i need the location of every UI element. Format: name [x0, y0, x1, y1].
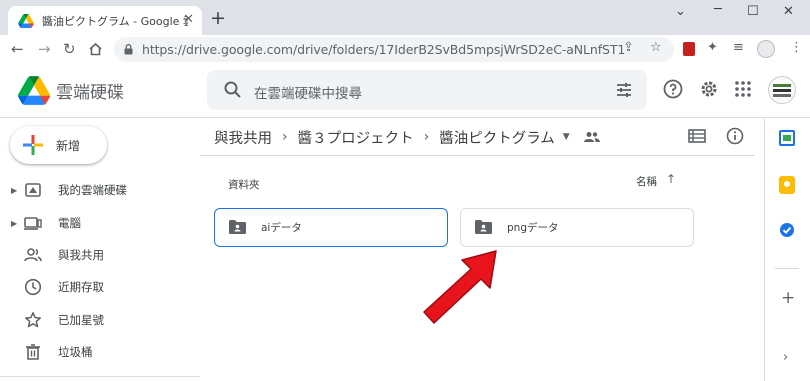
- shared-folder-people-icon: [583, 132, 600, 142]
- calendar-icon[interactable]: [779, 130, 795, 146]
- get-addons-plus-icon[interactable]: +: [781, 288, 795, 308]
- search-options-icon[interactable]: [615, 81, 633, 99]
- sidebar-item-label: 與我共用: [58, 248, 104, 262]
- google-drive-logo-icon[interactable]: [18, 76, 50, 105]
- sidebar-item-label: 我的雲端硬碟: [58, 183, 127, 197]
- bookmark-star-icon[interactable]: ☆: [650, 40, 662, 55]
- my-drive-icon: [25, 183, 41, 197]
- forward-icon[interactable]: →: [38, 40, 51, 58]
- new-tab-button[interactable]: +: [210, 8, 226, 28]
- address-bar[interactable]: https://drive.google.com/drive/folders/1…: [114, 37, 674, 62]
- sidebar-item-my-drive[interactable]: ▶ 我的雲端硬碟: [0, 177, 200, 203]
- shared-folder-icon: [229, 220, 246, 234]
- search-icon[interactable]: [223, 80, 243, 100]
- sidebar-item-starred[interactable]: 已加星號: [0, 307, 200, 333]
- red-pointer-arrow-icon: [423, 250, 497, 324]
- breadcrumb-separator: ›: [423, 129, 430, 145]
- sidebar-item-label: 電腦: [58, 216, 81, 230]
- computer-icon: [24, 217, 42, 230]
- keep-icon[interactable]: [779, 176, 795, 194]
- drive-app-name: 雲端硬碟: [56, 83, 124, 103]
- list-view-icon[interactable]: [688, 128, 706, 144]
- shared-with-me-icon: [24, 248, 42, 262]
- breadcrumb-item[interactable]: 與我共用: [214, 127, 272, 148]
- clock-icon: [24, 278, 42, 296]
- back-icon[interactable]: ←: [11, 40, 24, 58]
- folder-name: aiデータ: [261, 222, 302, 234]
- media-queue-icon[interactable]: ≡: [733, 40, 744, 55]
- maximize-icon[interactable]: ☐: [747, 4, 759, 19]
- folder-menu-caret-icon[interactable]: ▼: [563, 132, 570, 142]
- sidebar-item-shared[interactable]: 與我共用: [0, 242, 200, 268]
- shared-folder-icon: [475, 220, 492, 234]
- side-apps-panel: + ›: [764, 118, 810, 381]
- window-close-icon[interactable]: ✕: [783, 4, 794, 19]
- new-button-label: 新增: [56, 138, 81, 153]
- folder-name: pngデータ: [507, 222, 559, 234]
- home-icon[interactable]: [88, 42, 103, 56]
- browser-tab-title: 醬油ピクトグラム - Google 雲端硬碟: [42, 14, 188, 28]
- extensions-puzzle-icon[interactable]: ✦: [707, 40, 718, 55]
- sidebar-item-recent[interactable]: 近期存取: [0, 274, 200, 300]
- expand-caret-icon[interactable]: ▶: [11, 219, 17, 228]
- close-tab-icon[interactable]: ✕: [183, 12, 194, 27]
- settings-gear-icon[interactable]: [699, 79, 719, 99]
- sort-by-name-label[interactable]: 名稱: [636, 174, 657, 189]
- sidebar-item-computers[interactable]: ▶ 電腦: [0, 210, 200, 236]
- breadcrumb-item[interactable]: 醬３プロジェクト: [298, 127, 414, 148]
- minimize-icon[interactable]: ─: [714, 2, 722, 17]
- sidebar-item-label: 已加星號: [58, 313, 104, 327]
- main-divider: [200, 155, 755, 156]
- browser-menu-icon[interactable]: ⋮: [790, 40, 803, 55]
- sort-direction-icon[interactable]: ↑: [666, 172, 676, 186]
- google-drive-favicon-icon: [18, 13, 34, 28]
- search-bar[interactable]: 在雲端硬碟中搜尋: [207, 70, 647, 110]
- help-icon[interactable]: [663, 79, 683, 99]
- folder-card-png[interactable]: pngデータ: [460, 208, 694, 247]
- tab-search-icon[interactable]: ⌄: [675, 4, 686, 19]
- profile-avatar-icon[interactable]: [757, 40, 775, 58]
- folders-section-label: 資料夾: [228, 179, 260, 191]
- trash-icon: [26, 344, 40, 360]
- address-url: https://drive.google.com/drive/folders/1…: [142, 42, 626, 57]
- plus-icon: [23, 135, 43, 155]
- breadcrumb-current[interactable]: 醬油ピクトグラム: [439, 127, 555, 148]
- search-input[interactable]: 在雲端硬碟中搜尋: [254, 82, 362, 102]
- sidebar-item-label: 垃圾桶: [58, 345, 93, 359]
- sidebar-divider: [0, 376, 200, 377]
- sidebar-item-label: 近期存取: [58, 280, 104, 294]
- reload-icon[interactable]: ↻: [63, 40, 76, 58]
- browser-toolbar: ← → ↻ https://drive.google.com/drive/fol…: [0, 35, 810, 64]
- drive-header: 雲端硬碟 在雲端硬碟中搜尋: [0, 64, 810, 118]
- folder-card-ai[interactable]: aiデータ: [214, 208, 448, 247]
- info-icon[interactable]: [726, 127, 744, 145]
- browser-tab[interactable]: 醬油ピクトグラム - Google 雲端硬碟 ✕: [8, 6, 202, 35]
- breadcrumb-separator: ›: [282, 129, 288, 145]
- account-avatar[interactable]: [768, 76, 796, 104]
- side-panel-divider: [775, 268, 799, 269]
- apps-grid-icon[interactable]: [735, 81, 751, 97]
- tasks-icon[interactable]: [779, 222, 795, 238]
- expand-panel-chevron-icon[interactable]: ›: [783, 350, 788, 365]
- breadcrumb: 與我共用 › 醬３プロジェクト › 醬油ピクトグラム ▼: [214, 126, 600, 148]
- star-icon: [25, 312, 41, 328]
- lock-icon: [124, 44, 133, 55]
- expand-caret-icon[interactable]: ▶: [11, 186, 17, 195]
- share-page-icon[interactable]: ⇪: [623, 40, 634, 55]
- browser-tab-bar: 醬油ピクトグラム - Google 雲端硬碟 ✕ + ⌄ ─ ☐ ✕: [0, 0, 810, 35]
- sidebar-item-trash[interactable]: 垃圾桶: [0, 339, 200, 365]
- extension-book-icon[interactable]: [683, 42, 695, 56]
- new-button[interactable]: 新增: [10, 126, 107, 164]
